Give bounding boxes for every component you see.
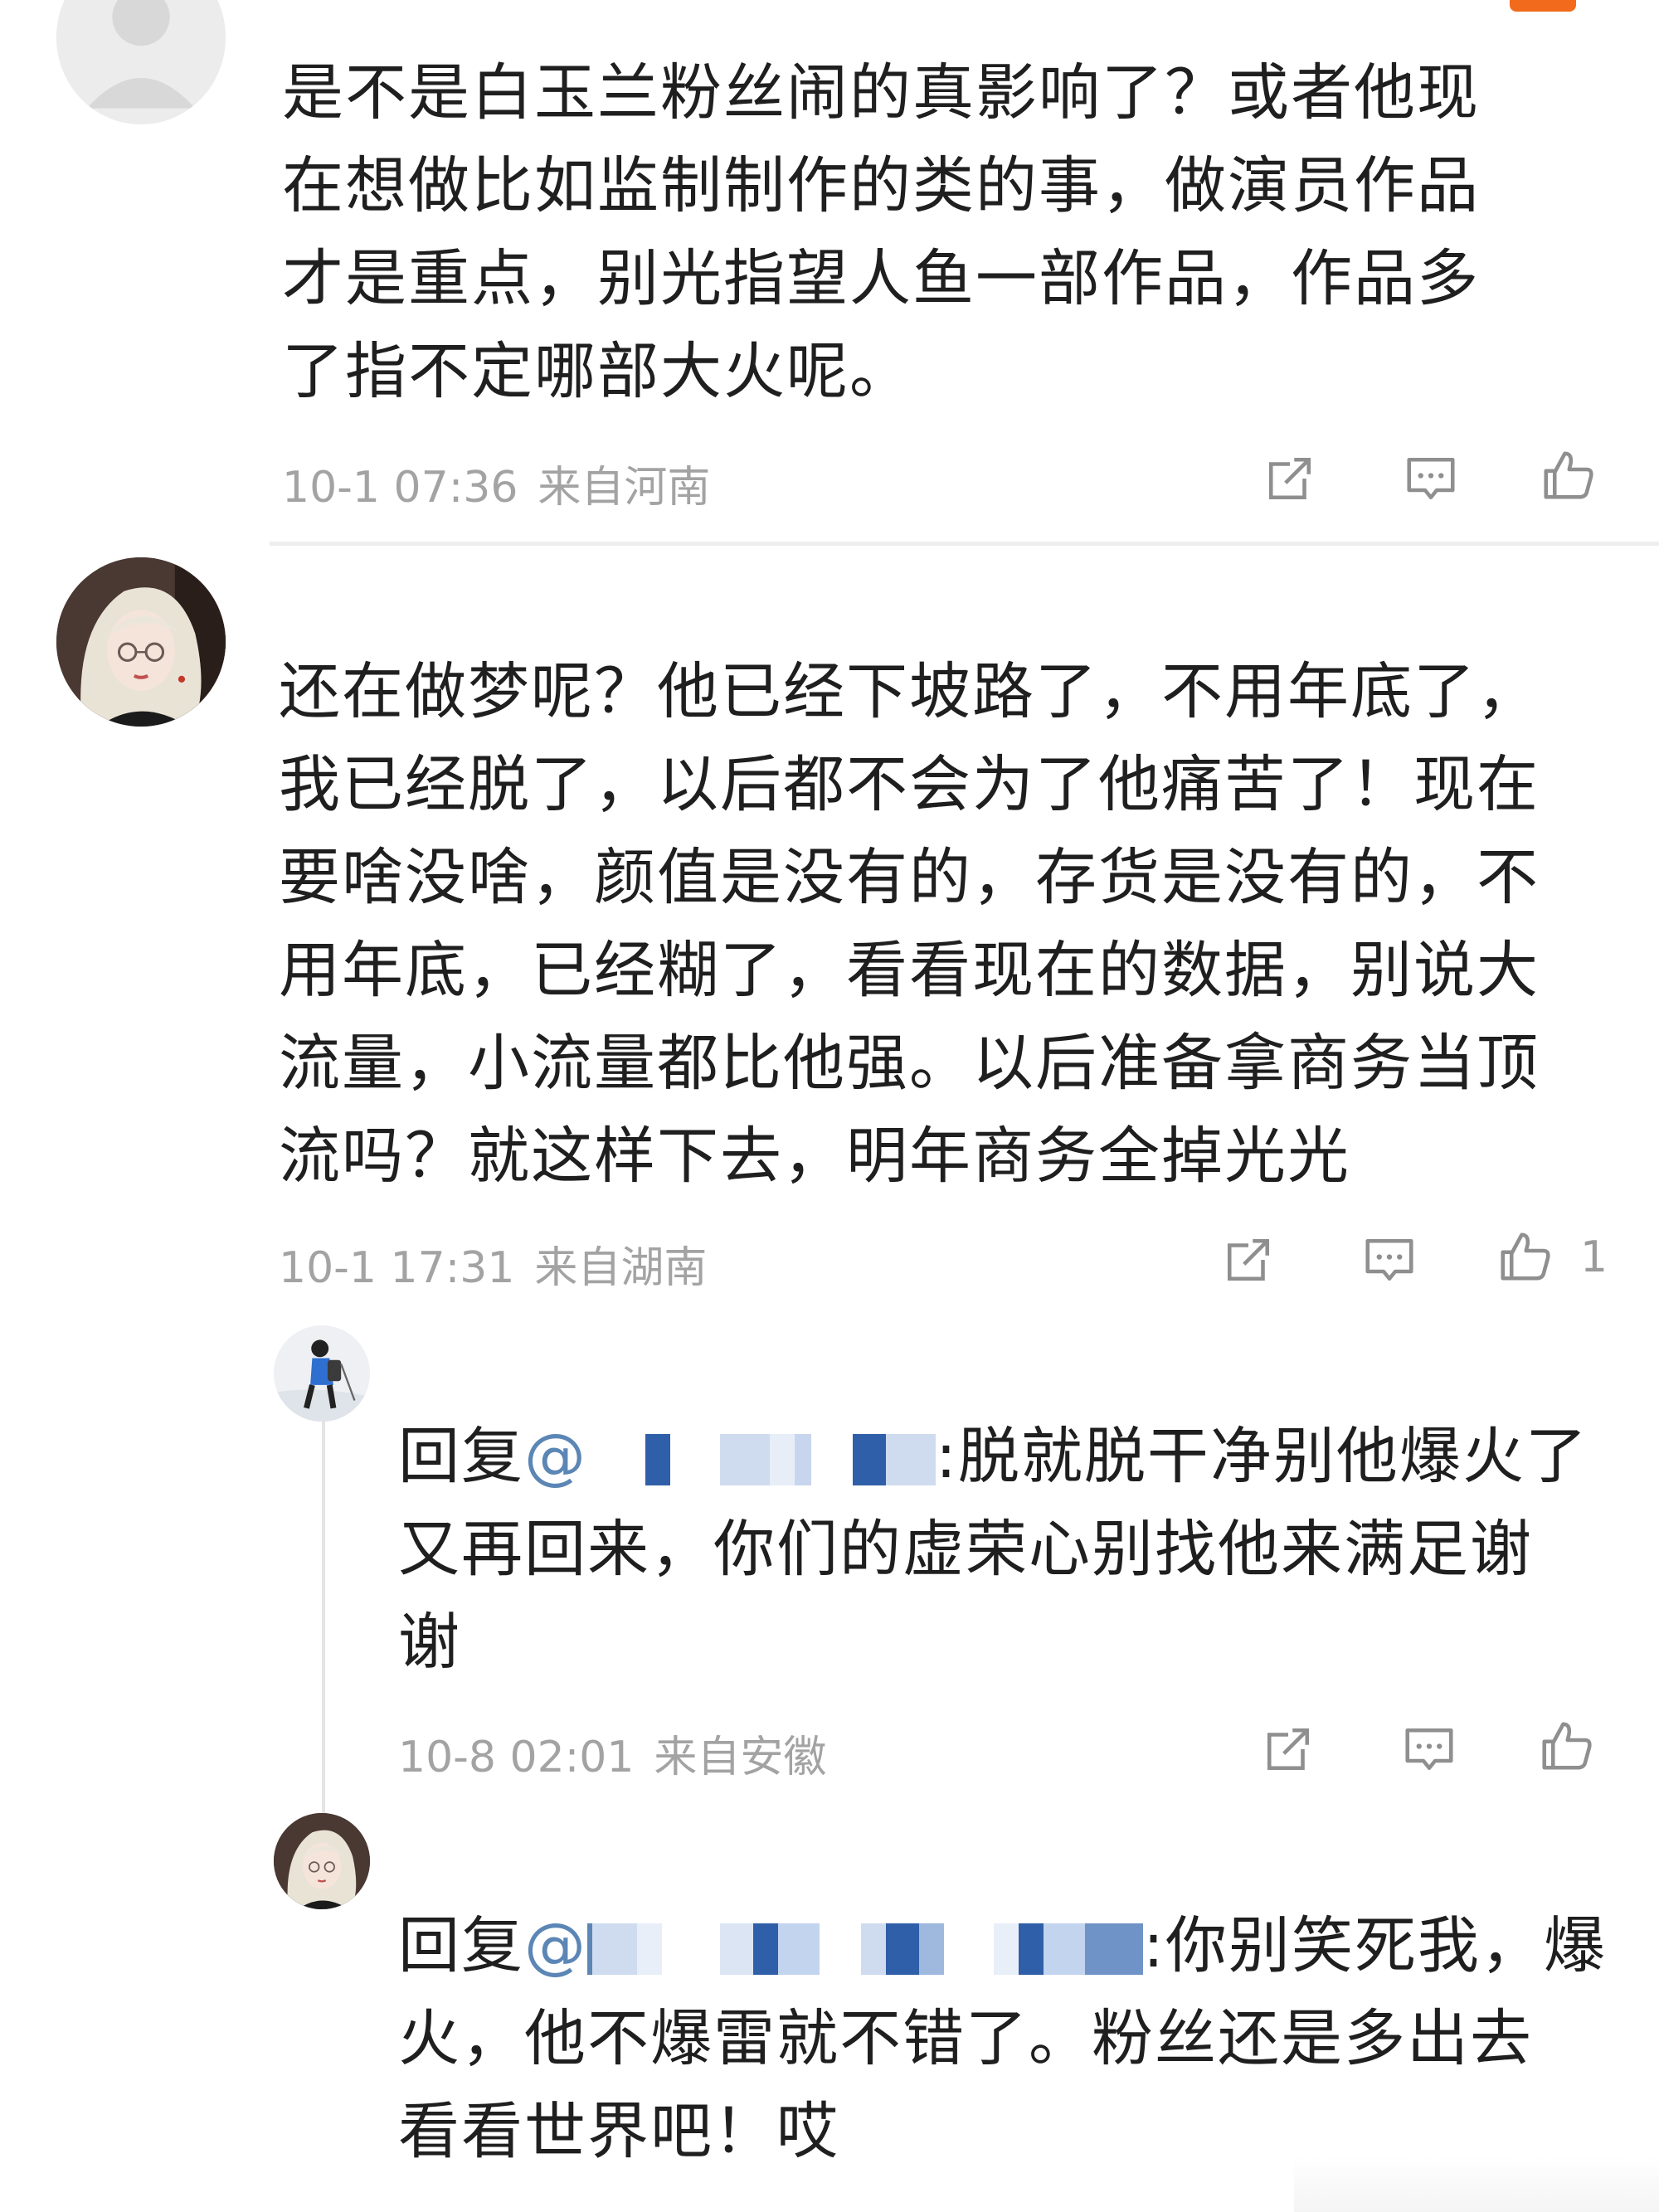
reply-location: 来自安徽 xyxy=(654,1733,827,1782)
reply-text: 回复@:你别笑死我，爆 火，他不爆雷就不错了。粉丝还是多出去 看看世界吧！哎 xyxy=(398,1899,1607,2178)
hiker-avatar-icon xyxy=(274,1325,370,1422)
mention-link[interactable]: @ xyxy=(524,1910,1143,1981)
reply-time: 10-8 02:01 xyxy=(398,1733,635,1782)
like-count: 1 xyxy=(1580,1232,1608,1282)
comment-meta: 10-1 07:36 来自河南 xyxy=(282,452,710,514)
redacted-username xyxy=(587,1434,936,1486)
avatar[interactable] xyxy=(56,0,226,124)
reply-meta: 10-8 02:01 来自安徽 xyxy=(398,1722,826,1784)
anime-avatar-icon xyxy=(274,1813,370,1909)
mention-link[interactable]: @ xyxy=(524,1421,936,1492)
comment-time: 10-1 17:31 xyxy=(279,1243,515,1293)
reply-text: 回复@:脱就脱干净别他爆火了 又再回来，你们的虚荣心别找他来满足谢 谢 xyxy=(398,1410,1588,1689)
comment-icon[interactable] xyxy=(1402,450,1460,508)
comment-location: 来自湖南 xyxy=(534,1243,708,1293)
comment-icon[interactable] xyxy=(1360,1231,1418,1289)
top-badge xyxy=(1510,0,1576,12)
redacted-username xyxy=(587,1923,1143,1976)
default-avatar-icon xyxy=(56,0,226,122)
thread-line xyxy=(322,1410,325,1816)
share-icon[interactable] xyxy=(1261,450,1319,508)
avatar[interactable] xyxy=(274,1325,370,1422)
reply-first-line: 回复@:你别笑死我，爆 xyxy=(398,1910,1607,1981)
reply-first-line: 回复@:脱就脱干净别他爆火了 xyxy=(398,1421,1588,1492)
comment-icon[interactable] xyxy=(1400,1720,1458,1778)
share-icon[interactable] xyxy=(1259,1720,1317,1778)
comment-text: 是不是白玉兰粉丝闹的真影响了？或者他现 在想做比如监制制作的类的事，做演员作品 … xyxy=(282,57,1480,407)
thumbs-up-icon[interactable] xyxy=(1496,1228,1554,1286)
comment-text: 还在做梦呢？他已经下坡路了，不用年底了， 我已经脱了，以后都不会为了他痛苦了！现… xyxy=(279,656,1540,1192)
avatar[interactable] xyxy=(274,1813,370,1909)
comment-time: 10-1 07:36 xyxy=(282,463,518,513)
comment-location: 来自河南 xyxy=(538,463,711,513)
anime-avatar-icon xyxy=(56,557,226,727)
share-icon[interactable] xyxy=(1219,1231,1277,1289)
comment-divider xyxy=(270,542,1659,546)
thumbs-up-icon[interactable] xyxy=(1537,1717,1595,1775)
thumbs-up-icon[interactable] xyxy=(1539,446,1597,504)
bottom-overlay xyxy=(1294,2156,1659,2212)
comment-meta: 10-1 17:31 来自湖南 xyxy=(279,1232,707,1295)
avatar[interactable] xyxy=(56,557,226,727)
